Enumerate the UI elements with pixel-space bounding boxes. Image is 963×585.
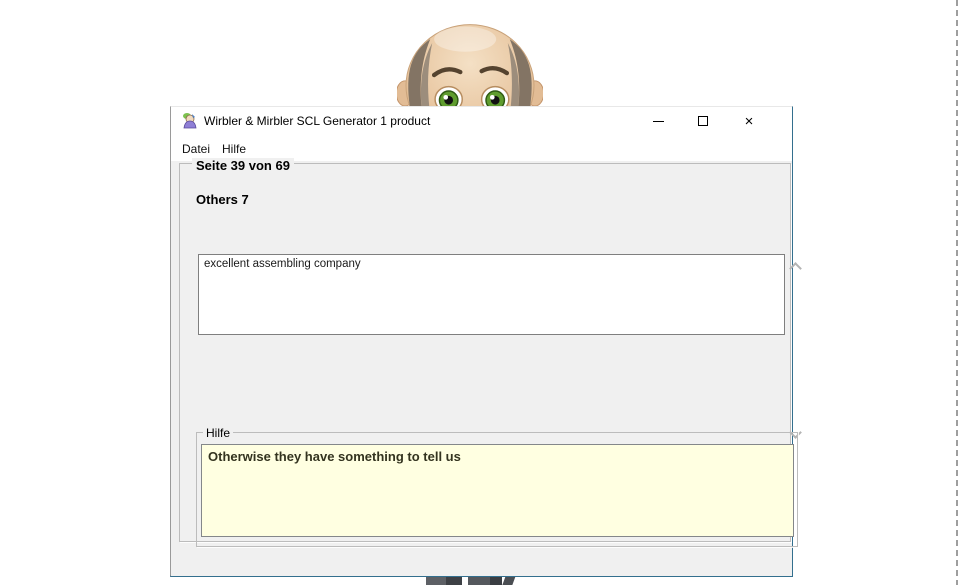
- foot-shape: [490, 576, 502, 585]
- answer-textarea[interactable]: excellent assembling company: [198, 254, 785, 335]
- title-bar[interactable]: Wirbler & Mirbler SCL Generator 1 produc…: [171, 107, 792, 135]
- cartoon-head-image: [397, 12, 543, 112]
- window-title: Wirbler & Mirbler SCL Generator 1 produc…: [204, 114, 430, 128]
- foot-shape: [468, 576, 490, 585]
- cartoon-feet-image: [424, 576, 534, 585]
- app-window: Wirbler & Mirbler SCL Generator 1 produc…: [170, 106, 793, 577]
- minimize-icon: [653, 121, 664, 122]
- maximize-icon: [698, 116, 708, 126]
- help-groupbox-label: Hilfe: [203, 426, 233, 440]
- app-icon: [181, 112, 198, 129]
- foot-shape: [426, 576, 446, 585]
- page-groupbox: Seite 39 von 69 Others 7 excellent assem…: [179, 163, 791, 542]
- cartoon-head-icon: [397, 12, 543, 107]
- foot-shape: [446, 576, 462, 585]
- help-text: Otherwise they have something to tell us: [208, 449, 461, 464]
- help-textbox[interactable]: Otherwise they have something to tell us: [201, 444, 794, 537]
- close-icon: ×: [745, 114, 754, 129]
- help-groupbox: Hilfe Otherwise they have something to t…: [196, 432, 798, 547]
- close-button[interactable]: ×: [727, 107, 771, 135]
- answer-text: excellent assembling company: [204, 258, 361, 270]
- menu-item-datei[interactable]: Datei: [178, 140, 214, 158]
- page-groupbox-label: Seite 39 von 69: [192, 158, 294, 173]
- question-label: Others 7: [196, 192, 249, 207]
- screen-edge-dashed-line: [956, 0, 958, 585]
- minimize-button[interactable]: [636, 107, 680, 135]
- maximize-button[interactable]: [681, 107, 725, 135]
- foot-shape: [502, 576, 515, 585]
- scrollbar-up-icon[interactable]: [789, 262, 802, 275]
- client-area: Seite 39 von 69 Others 7 excellent assem…: [171, 161, 792, 576]
- page-background: { "window": { "title": "Wirbler & Mirble…: [0, 0, 963, 585]
- menu-item-hilfe[interactable]: Hilfe: [218, 140, 250, 158]
